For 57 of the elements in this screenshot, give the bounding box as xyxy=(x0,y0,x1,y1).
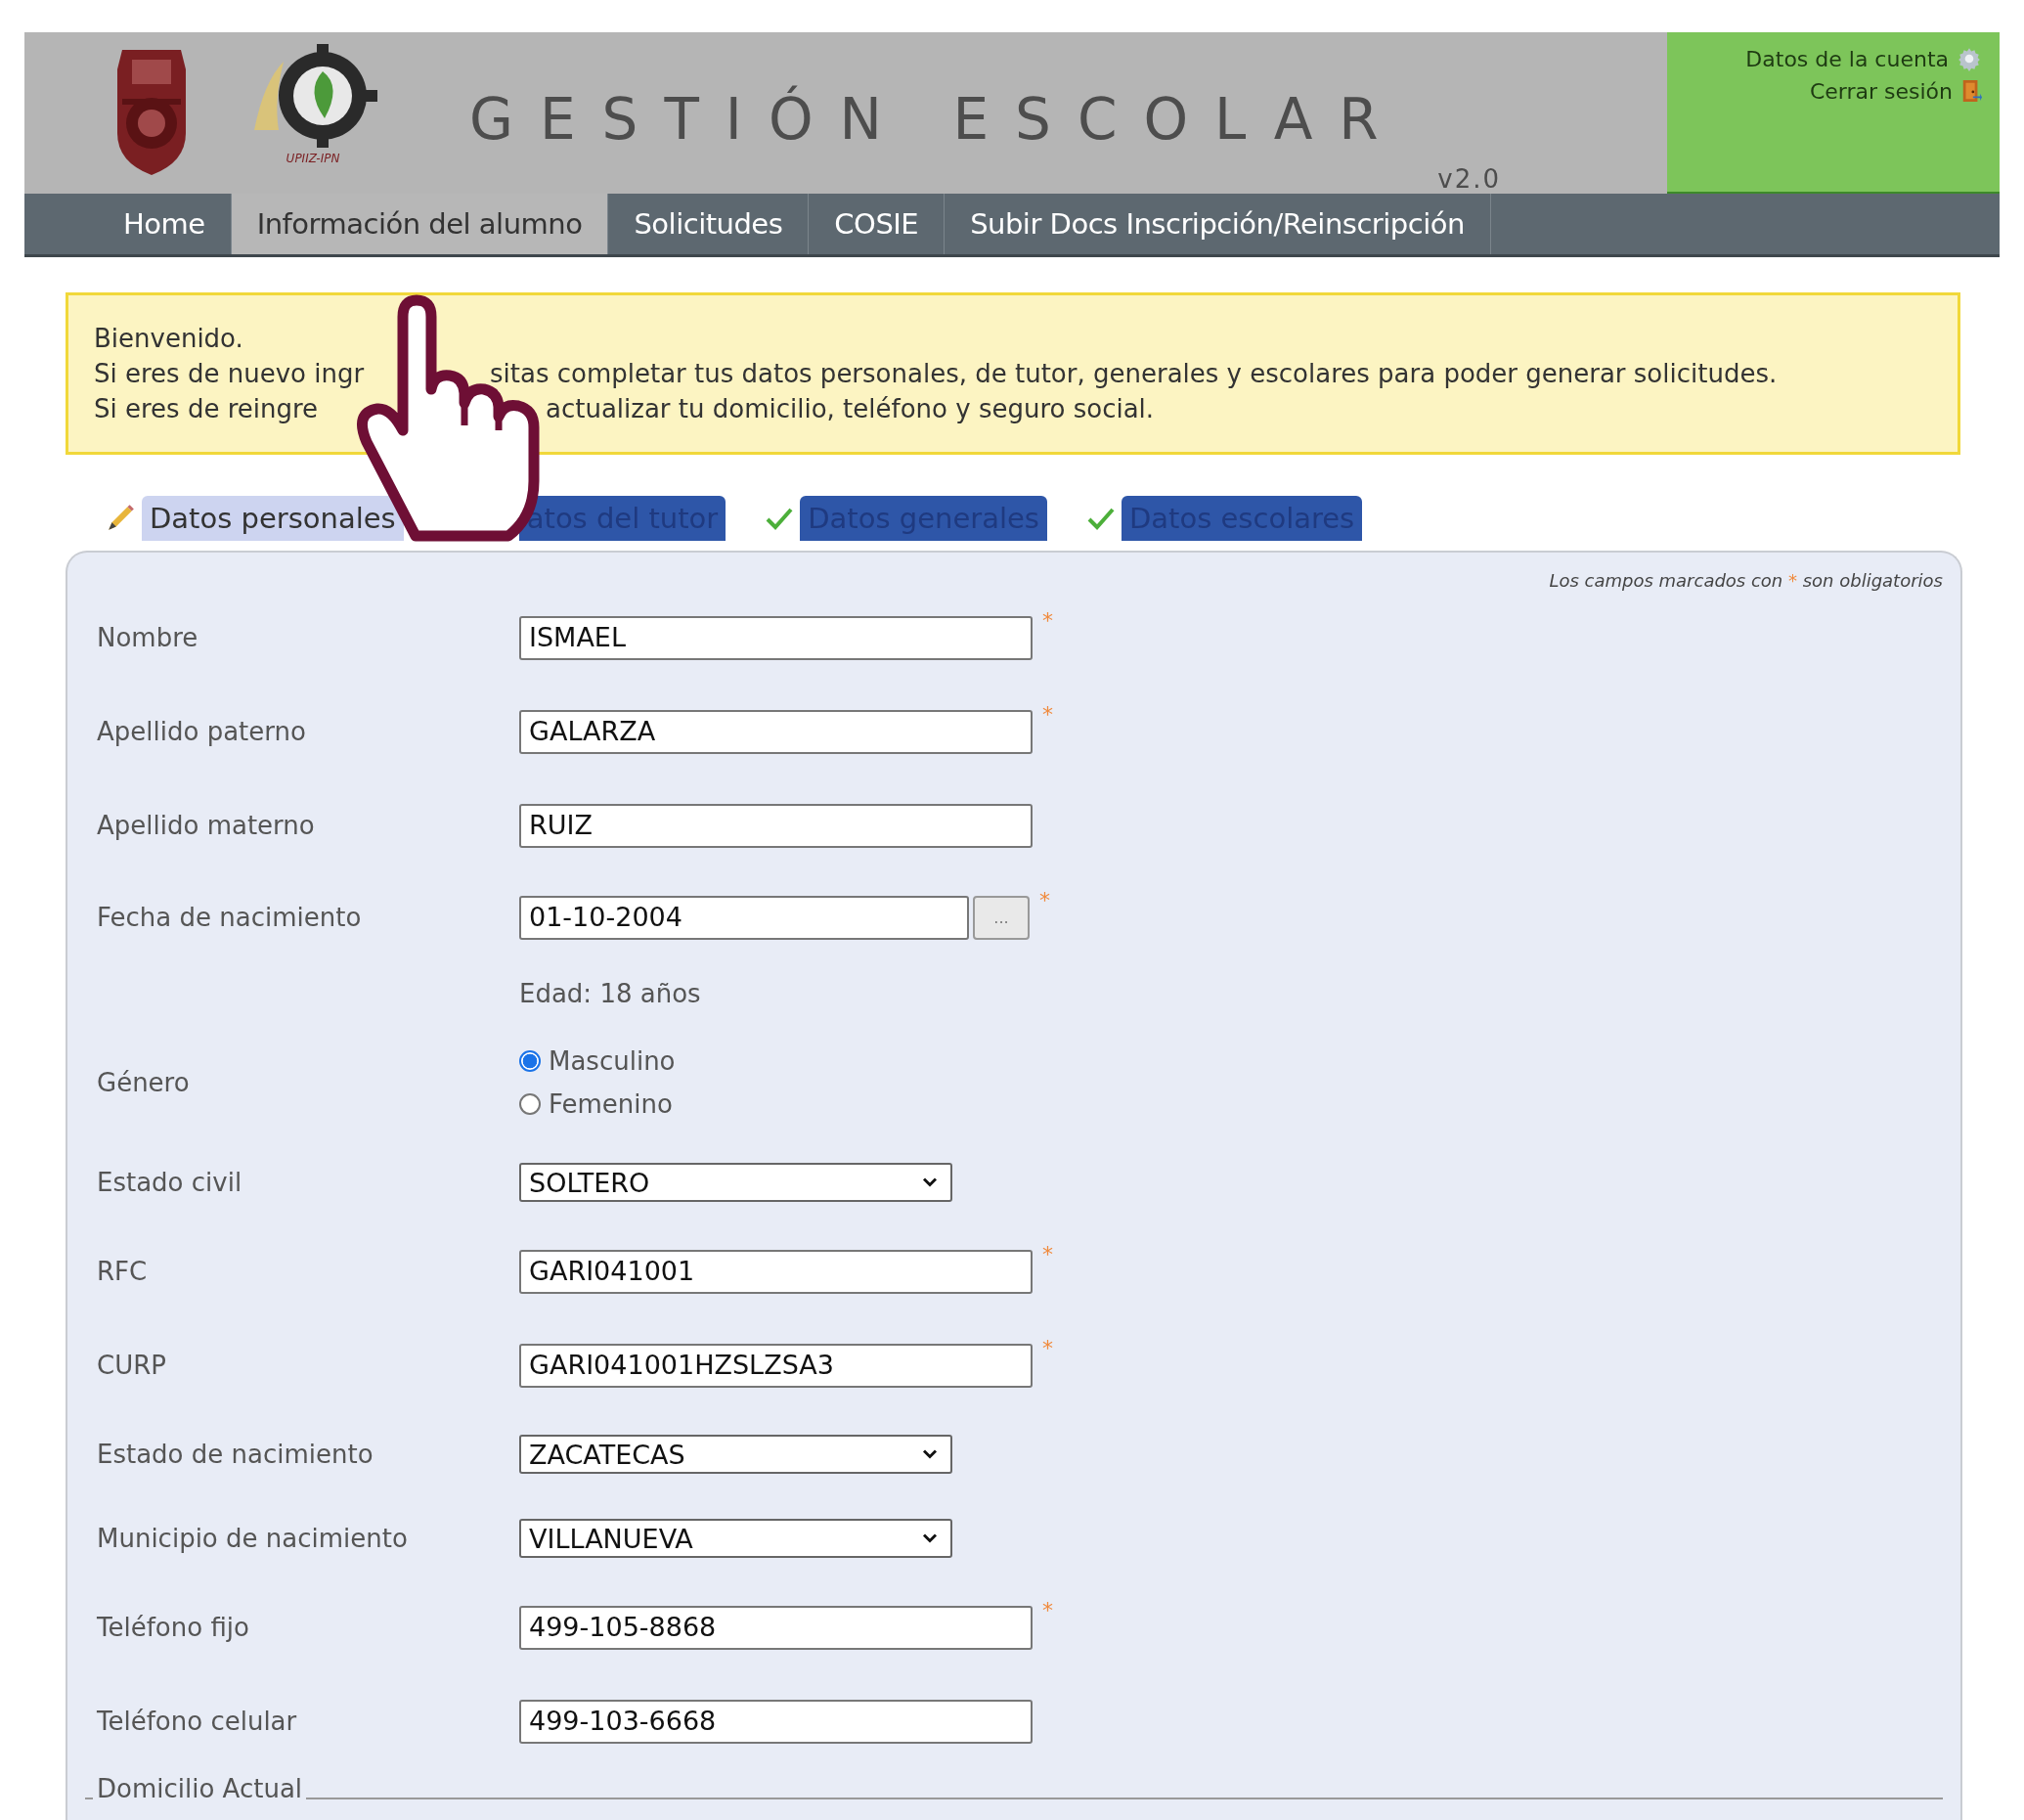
age-text: Edad: 18 años xyxy=(519,979,701,1008)
nav-tab[interactable]: Home xyxy=(98,194,232,254)
notice-text: Si eres de nuevo ingr xyxy=(94,358,366,390)
gear-icon xyxy=(1957,46,1982,71)
required-mark: * xyxy=(1039,887,1050,912)
text-field[interactable]: ISMAEL xyxy=(519,615,1033,660)
required-mark: * xyxy=(1042,701,1053,727)
radio-button[interactable] xyxy=(519,1050,541,1072)
text-field[interactable]: RUIZ xyxy=(519,803,1033,848)
notice-text: actualizar tu domicilio, teléfono y seguro social. xyxy=(546,393,1156,425)
door-icon xyxy=(1960,77,1982,105)
field-label: Nombre xyxy=(97,623,198,652)
caret-icon xyxy=(921,1176,939,1188)
dropdown[interactable]: SOLTERO xyxy=(519,1163,952,1202)
nav-tab[interactable]: Solicitudes xyxy=(608,194,810,254)
text-field[interactable]: GARI041001 xyxy=(519,1249,1033,1294)
caret-icon xyxy=(921,1532,939,1544)
date-picker-button[interactable]: ... xyxy=(973,895,1030,940)
text-field[interactable]: GALARZA xyxy=(519,709,1033,754)
nav-tab[interactable]: Subir Docs Inscripción/Reinscripción xyxy=(945,194,1491,254)
logo-caption: UPIIZ-IPN xyxy=(286,152,340,165)
field-label: Estado de nacimiento xyxy=(97,1440,374,1469)
account-link[interactable]: Datos de la cuenta xyxy=(1745,46,1949,71)
text-field[interactable]: GARI041001HZSLZSA3 xyxy=(519,1343,1033,1388)
caret-icon xyxy=(921,1448,939,1460)
form-tab[interactable]: Datos personales xyxy=(142,496,404,541)
nav-tab[interactable]: Información del alumno xyxy=(231,194,609,254)
field-label: Teléfono celular xyxy=(97,1707,297,1736)
field-label: Fecha de nacimiento xyxy=(97,903,362,932)
account-link[interactable]: Cerrar sesión xyxy=(1809,78,1953,104)
field-label: Género xyxy=(97,1068,190,1097)
field-label: Apellido paterno xyxy=(97,717,306,746)
app-title: GESTIÓN ESCOLAR xyxy=(469,86,1406,153)
notice-text: Si eres de reingre xyxy=(94,393,320,425)
nav-tab[interactable]: COSIE xyxy=(809,194,946,254)
radio-label: Femenino xyxy=(549,1089,673,1119)
required-mark: * xyxy=(1042,607,1053,633)
field-label: RFC xyxy=(97,1257,148,1286)
notice-text: Bienvenido. xyxy=(94,323,244,355)
required-mark: * xyxy=(1042,1241,1053,1266)
required-mark: * xyxy=(1042,1335,1053,1360)
dropdown[interactable]: ZACATECAS xyxy=(519,1435,952,1474)
date-field[interactable]: 01-10-2004 xyxy=(519,895,969,940)
dropdown[interactable]: VILLANUEVA xyxy=(519,1519,952,1558)
required-note: Los campos marcados con * son obligatorios xyxy=(1548,570,1943,591)
radio-button[interactable] xyxy=(519,1093,541,1115)
field-label: Apellido materno xyxy=(97,811,315,840)
required-mark: * xyxy=(1042,1597,1053,1622)
notice-text: sitas completar tus datos personales, de tutor, generales y escolares para poder generar solicitudes. xyxy=(490,358,1779,390)
field-label: Municipio de nacimiento xyxy=(97,1524,408,1553)
field-label: Estado civil xyxy=(97,1168,242,1197)
field-label: Teléfono fijo xyxy=(97,1613,249,1642)
app-version: v2.0 xyxy=(1437,164,1501,194)
radio-label: Masculino xyxy=(549,1046,676,1076)
field-label: CURP xyxy=(97,1351,166,1380)
text-field[interactable]: 499-103-6668 xyxy=(519,1699,1033,1744)
text-field[interactable]: 499-105-8868 xyxy=(519,1605,1033,1650)
